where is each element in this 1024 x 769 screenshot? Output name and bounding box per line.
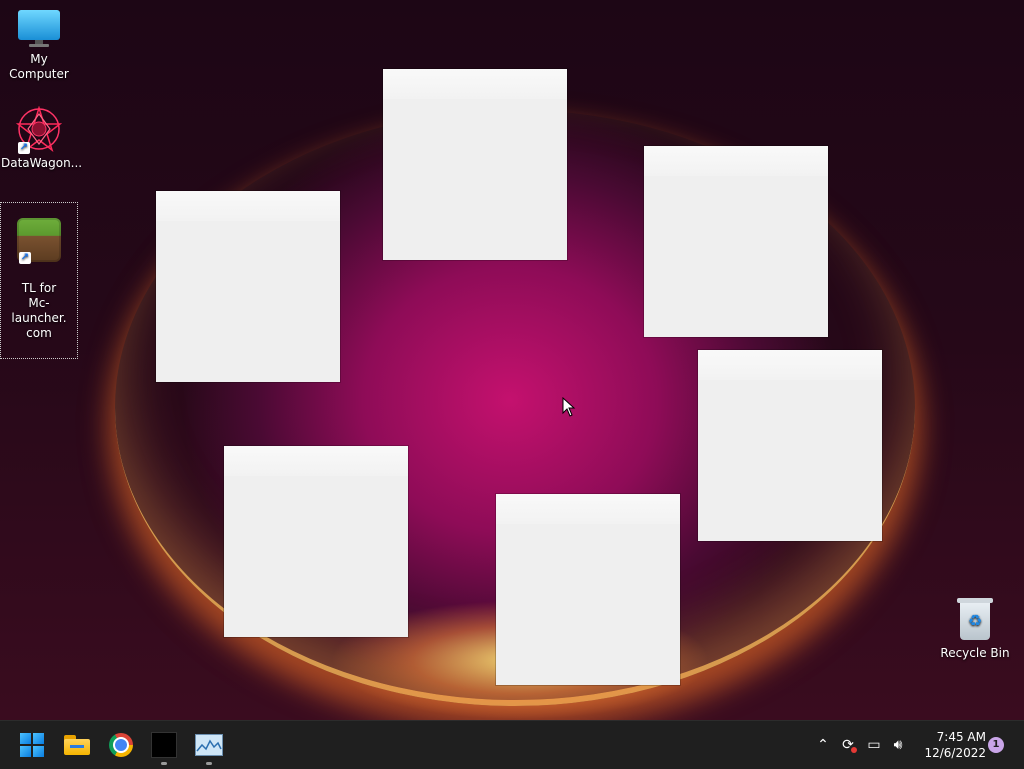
blank-window[interactable] [383,69,567,260]
desktop-icon-label: TL for Mc-launcher. com [11,281,67,340]
black-app-button[interactable] [148,729,180,765]
window-title-bar[interactable] [644,146,828,176]
window-title-bar[interactable] [156,191,340,221]
file-explorer-button[interactable] [61,729,93,761]
system-tray: ⌃ ⟳ ▭ 🔊︎ [812,721,909,769]
datawagon-icon: ↗ [15,105,63,154]
desktop-icon-my-computer[interactable]: My Computer [1,10,77,82]
window-title-bar[interactable] [496,494,680,524]
resource-monitor-icon [195,734,223,756]
taskbar: ⌃ ⟳ ▭ 🔊︎ 7:45 AM 12/6/2022 1 [0,720,1024,769]
start-button[interactable] [16,729,48,761]
window-title-bar[interactable] [224,446,408,476]
monitor-app-button[interactable] [193,729,225,765]
clock[interactable]: 7:45 AM 12/6/2022 [916,729,986,761]
windows-logo-icon [20,733,44,757]
running-indicator [161,762,167,765]
network-icon[interactable]: ▭ [863,734,885,756]
desktop-icon-label: Recycle Bin [940,646,1010,660]
clock-date: 12/6/2022 [924,746,986,760]
blank-window[interactable] [644,146,828,337]
minecraft-block-icon: ↗ [17,218,61,264]
chrome-button[interactable] [105,729,137,761]
desktop-icon-datawagon[interactable]: ↗ DataWagon... [1,105,83,171]
blank-window[interactable] [156,191,340,382]
volume-icon[interactable]: 🔊︎ [887,734,909,756]
blank-window[interactable] [496,494,680,685]
notification-badge[interactable]: 1 [988,737,1004,753]
chrome-icon [109,733,133,757]
shortcut-arrow-icon: ↗ [19,252,31,264]
black-app-icon [151,732,177,758]
window-title-bar[interactable] [383,69,567,99]
blank-window[interactable] [224,446,408,637]
sync-icon[interactable]: ⟳ [837,734,859,756]
recycle-bin-icon: ♻ [957,598,993,640]
window-title-bar[interactable] [698,350,882,380]
desktop-icon-label: My Computer [9,52,69,81]
desktop-icon-tl-mc-launcher[interactable]: ↗ TL for Mc-launcher. com [0,202,78,359]
computer-icon [18,10,60,48]
mouse-cursor-icon [562,397,576,417]
blank-window[interactable] [698,350,882,541]
desktop-icon-recycle-bin[interactable]: ♻ Recycle Bin [937,598,1013,661]
folder-icon [64,735,90,755]
clock-time: 7:45 AM [936,730,986,744]
chevron-up-icon[interactable]: ⌃ [812,734,834,756]
running-indicator [206,762,212,765]
desktop-icon-label: DataWagon... [1,156,83,170]
shortcut-arrow-icon: ↗ [18,142,30,154]
